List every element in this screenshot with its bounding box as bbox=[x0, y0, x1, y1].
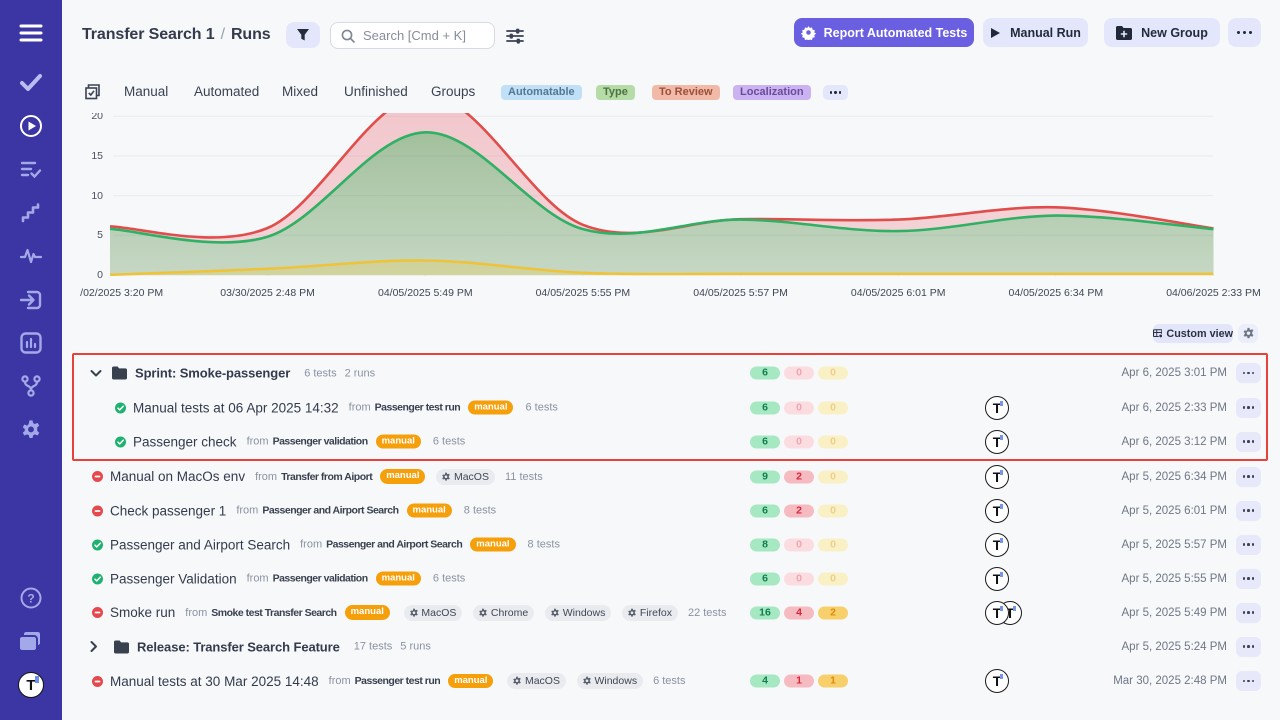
svg-text:?: ? bbox=[27, 592, 34, 606]
